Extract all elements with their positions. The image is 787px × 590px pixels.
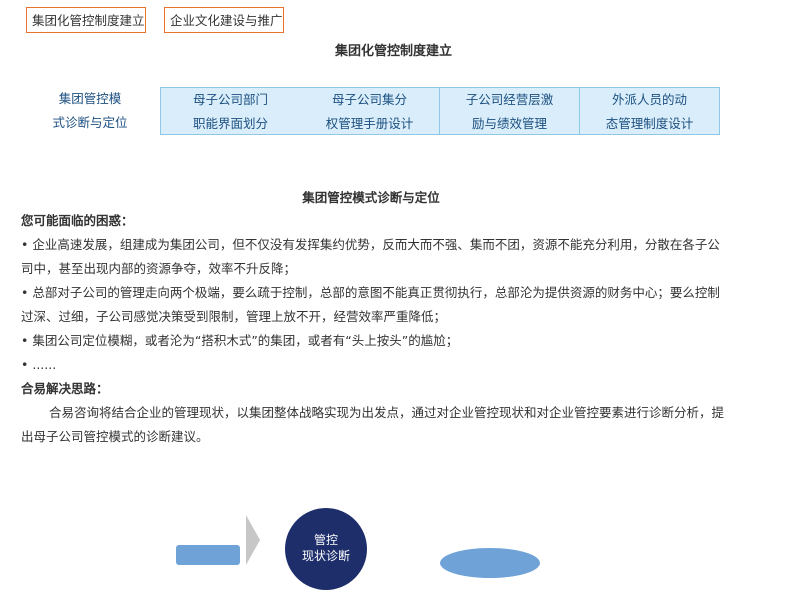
content-title: 集团管控模式诊断与定位 <box>302 190 440 205</box>
subnav-item-authority-manual[interactable]: 母子公司集分 权管理手册设计 <box>300 87 440 135</box>
section-title: 集团化管控制度建立 <box>334 44 452 59</box>
diagram-box <box>176 545 240 565</box>
tab-group-control[interactable]: 集团化管控制度建立 <box>26 7 146 33</box>
diagram-circle-label: 管控 <box>313 533 338 547</box>
diagram-arrow <box>246 515 260 565</box>
subnav-label: 母子公司集分 <box>331 92 407 107</box>
subnav-item-expat-management[interactable]: 外派人员的动 态管理制度设计 <box>580 87 720 135</box>
subnav-label: 态管理制度设计 <box>605 116 694 131</box>
sub-navigation: 集团管控模 式诊断与定位 母子公司部门 职能界面划分 母子公司集分 权管理手册设… <box>20 87 720 135</box>
subnav-item-active[interactable]: 集团管控模 式诊断与定位 <box>20 87 160 135</box>
subnav-label: 励与绩效管理 <box>471 116 547 131</box>
diagram-circle: 管控 现状诊断 <box>285 508 367 590</box>
bullet-item: • 总部对子公司的管理走向两个极端，要么疏于控制，总部的意图不能真正贯彻执行，总… <box>21 285 720 324</box>
bullet-item: • 集团公司定位模糊，或者沦为“搭积木式”的集团，或者有“头上按头”的尴尬； <box>21 333 459 348</box>
subnav-label: 子公司经营层激 <box>465 92 554 107</box>
subnav-label: 式诊断与定位 <box>52 115 128 130</box>
diagram-circle-label: 现状诊断 <box>301 549 350 563</box>
subnav-label: 权管理手册设计 <box>325 116 414 131</box>
subnav-item-dept-interface[interactable]: 母子公司部门 职能界面划分 <box>160 87 301 135</box>
content-body: 您可能面临的困惑： • 企业高速发展，组建成为集团公司，但不仅没有发挥集约优势，… <box>21 209 731 449</box>
solution-text: 合易咨询将结合企业的管理现状，以集团整体战略实现为出发点，通过对企业管控现状和对… <box>21 405 725 444</box>
confusion-heading: 您可能面临的困惑： <box>21 213 134 228</box>
subnav-label: 外派人员的动 <box>611 92 687 107</box>
subnav-label: 职能界面划分 <box>192 116 268 131</box>
bullet-item: • ...... <box>21 357 57 372</box>
tab-culture-building[interactable]: 企业文化建设与推广 <box>164 7 284 33</box>
diagram-ellipse <box>440 548 540 578</box>
subnav-label: 母子公司部门 <box>192 92 268 107</box>
subnav-label: 集团管控模 <box>58 91 122 106</box>
subnav-item-incentive[interactable]: 子公司经营层激 励与绩效管理 <box>440 87 580 135</box>
bullet-item: • 企业高速发展，组建成为集团公司，但不仅没有发挥集约优势，反而大而不强、集而不… <box>21 237 720 276</box>
solution-heading: 合易解决思路： <box>21 381 109 396</box>
